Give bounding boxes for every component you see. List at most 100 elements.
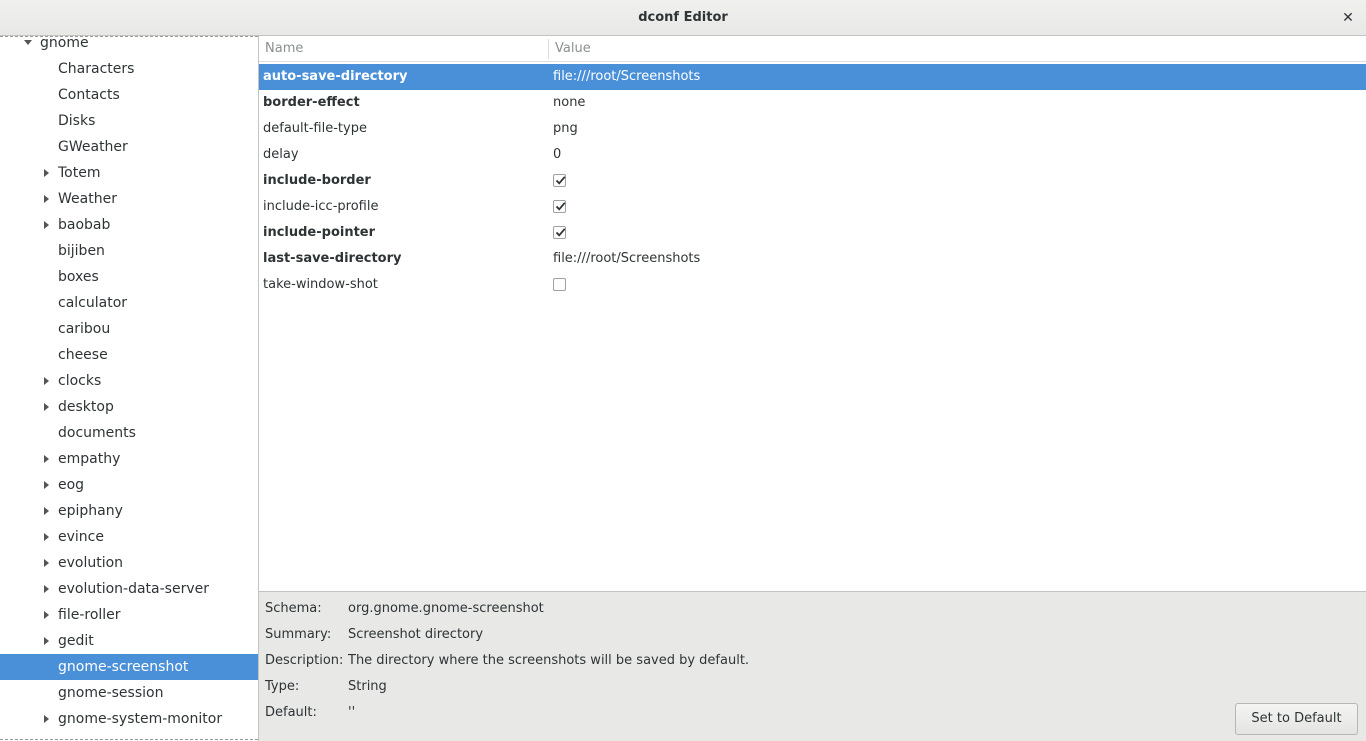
window-title: dconf Editor xyxy=(638,10,728,25)
tree-item-desktop[interactable]: desktop xyxy=(0,394,258,420)
key-name: auto-save-directory xyxy=(263,69,408,84)
tree-item-boxes[interactable]: boxes xyxy=(0,264,258,290)
key-info-panel: Schema: org.gnome.gnome-screenshot Summa… xyxy=(259,591,1366,741)
tree-item-gweather[interactable]: GWeather xyxy=(0,134,258,160)
tree-item-label: Weather xyxy=(58,191,117,207)
chevron-right-icon[interactable] xyxy=(44,533,49,541)
chevron-right-icon[interactable] xyxy=(44,195,49,203)
tree-item-label: evolution-data-server xyxy=(58,581,209,597)
summary-label: Summary: xyxy=(265,627,332,642)
key-row-border-effect[interactable]: border-effect none xyxy=(259,90,1366,116)
key-name: border-effect xyxy=(263,95,360,110)
title-bar: dconf Editor ✕ xyxy=(0,0,1366,36)
key-name: delay xyxy=(263,147,299,162)
tree-item-gnome[interactable]: gnome xyxy=(0,36,258,56)
key-row-delay[interactable]: delay 0 xyxy=(259,142,1366,168)
key-row-default-file-type[interactable]: default-file-type png xyxy=(259,116,1366,142)
tree-item-label: baobab xyxy=(58,217,111,233)
chevron-right-icon[interactable] xyxy=(44,507,49,515)
key-value[interactable]: png xyxy=(553,116,578,142)
key-row-auto-save-directory[interactable]: auto-save-directory file:///root/Screensh… xyxy=(259,64,1366,90)
tree-item-label: gnome-system-monitor xyxy=(58,711,223,727)
set-to-default-button[interactable]: Set to Default xyxy=(1235,703,1358,735)
checkbox-checked[interactable] xyxy=(553,174,566,187)
checkbox-unchecked[interactable] xyxy=(553,278,566,291)
tree-item-caribou[interactable]: caribou xyxy=(0,316,258,342)
tree-item-clocks[interactable]: clocks xyxy=(0,368,258,394)
column-header-name[interactable]: Name xyxy=(265,36,303,62)
key-value[interactable]: file:///root/Screenshots xyxy=(553,246,700,272)
type-label: Type: xyxy=(265,679,300,694)
tree-item-label: calculator xyxy=(58,295,128,311)
key-value[interactable]: none xyxy=(553,90,585,116)
tree-item-calculator[interactable]: calculator xyxy=(0,290,258,316)
chevron-right-icon[interactable] xyxy=(44,715,49,723)
tree-item-gedit[interactable]: gedit xyxy=(0,628,258,654)
tree-item-gnome-session[interactable]: gnome-session xyxy=(0,680,258,706)
tree-item-label: Contacts xyxy=(58,87,120,103)
key-row-include-icc-profile[interactable]: include-icc-profile xyxy=(259,194,1366,220)
schema-label: Schema: xyxy=(265,601,322,616)
checkmark-icon xyxy=(555,202,566,211)
key-name: default-file-type xyxy=(263,121,367,136)
tree-item-gnome-system-monitor[interactable]: gnome-system-monitor xyxy=(0,706,258,732)
column-separator xyxy=(548,39,549,59)
tree-item-totem[interactable]: Totem xyxy=(0,160,258,186)
column-header-value[interactable]: Value xyxy=(555,36,591,62)
chevron-right-icon[interactable] xyxy=(44,585,49,593)
tree-item-file-roller[interactable]: file-roller xyxy=(0,602,258,628)
tree-item-documents[interactable]: documents xyxy=(0,420,258,446)
tree-item-gnome-screenshot[interactable]: gnome-screenshot xyxy=(0,654,258,680)
tree-item-evolution-data-server[interactable]: evolution-data-server xyxy=(0,576,258,602)
tree-item-label: gedit xyxy=(58,633,94,649)
tree-item-label: clocks xyxy=(58,373,102,389)
schema-value: org.gnome.gnome-screenshot xyxy=(348,601,544,616)
tree-item-label: Characters xyxy=(58,61,135,77)
close-icon[interactable]: ✕ xyxy=(1338,8,1358,28)
key-row-take-window-shot[interactable]: take-window-shot xyxy=(259,272,1366,298)
tree-item-label: eog xyxy=(58,477,85,493)
tree-item-label: evolution xyxy=(58,555,124,571)
key-name: include-pointer xyxy=(263,225,376,240)
chevron-right-icon[interactable] xyxy=(44,377,49,385)
chevron-right-icon[interactable] xyxy=(44,221,49,229)
key-name: include-icc-profile xyxy=(263,199,379,214)
chevron-right-icon[interactable] xyxy=(44,455,49,463)
tree-item-eog[interactable]: eog xyxy=(0,472,258,498)
chevron-right-icon[interactable] xyxy=(44,169,49,177)
tree-item-label: caribou xyxy=(58,321,111,337)
key-value[interactable]: 0 xyxy=(553,142,561,168)
tree-item-characters[interactable]: Characters xyxy=(0,56,258,82)
tree-item-label: evince xyxy=(58,529,104,545)
checkbox-checked[interactable] xyxy=(553,226,566,239)
tree-item-evince[interactable]: evince xyxy=(0,524,258,550)
tree-item-baobab[interactable]: baobab xyxy=(0,212,258,238)
tree-item-empathy[interactable]: empathy xyxy=(0,446,258,472)
tree-item-epiphany[interactable]: epiphany xyxy=(0,498,258,524)
key-name: last-save-directory xyxy=(263,251,402,266)
tree-item-bijiben[interactable]: bijiben xyxy=(0,238,258,264)
tree-item-disks[interactable]: Disks xyxy=(0,108,258,134)
column-headers: Name Value xyxy=(259,36,1366,62)
tree-item-weather[interactable]: Weather xyxy=(0,186,258,212)
key-value[interactable]: file:///root/Screenshots xyxy=(553,64,700,90)
tree-item-label: cheese xyxy=(58,347,108,363)
key-row-last-save-directory[interactable]: last-save-directory file:///root/Screensh… xyxy=(259,246,1366,272)
tree-item-cheese[interactable]: cheese xyxy=(0,342,258,368)
chevron-right-icon[interactable] xyxy=(44,403,49,411)
tree-item-label: desktop xyxy=(58,399,114,415)
type-value: String xyxy=(348,679,387,694)
tree-item-label: GWeather xyxy=(58,139,128,155)
tree-item-evolution[interactable]: evolution xyxy=(0,550,258,576)
key-row-include-pointer[interactable]: include-pointer xyxy=(259,220,1366,246)
chevron-right-icon[interactable] xyxy=(44,481,49,489)
schema-tree: gnome Characters Contacts Disks GWeather Tote… xyxy=(0,36,259,741)
tree-item-contacts[interactable]: Contacts xyxy=(0,82,258,108)
chevron-right-icon[interactable] xyxy=(44,559,49,567)
checkbox-checked[interactable] xyxy=(553,200,566,213)
chevron-right-icon[interactable] xyxy=(44,637,49,645)
key-name: include-border xyxy=(263,173,371,188)
chevron-down-icon[interactable] xyxy=(24,40,32,45)
chevron-right-icon[interactable] xyxy=(44,611,49,619)
key-row-include-border[interactable]: include-border xyxy=(259,168,1366,194)
